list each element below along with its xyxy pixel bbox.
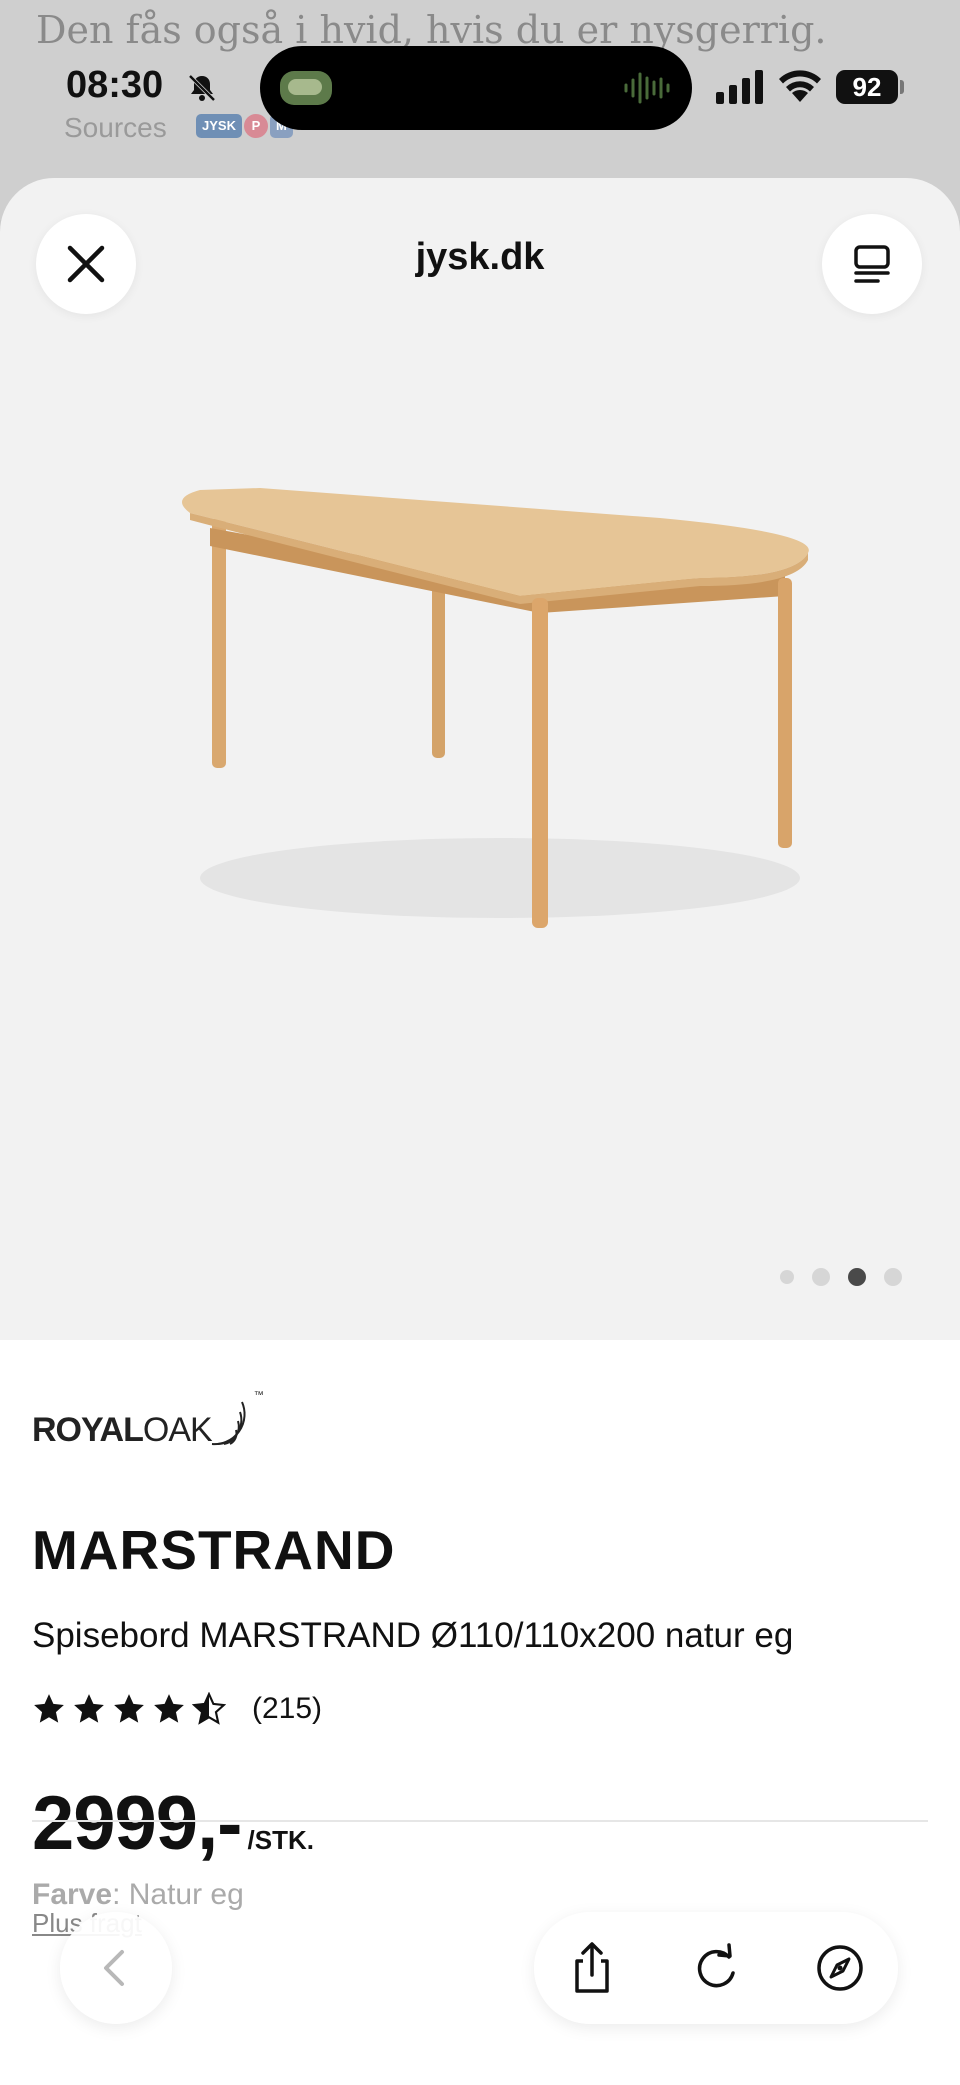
- media-thumbnail: [280, 71, 332, 105]
- brand-logo-text-oak: OAK: [142, 1411, 213, 1449]
- battery-tip: [900, 80, 904, 94]
- brand-logo-royal-oak[interactable]: ROYAL OAK ™: [32, 1390, 264, 1450]
- chevron-left-icon: [104, 1950, 124, 1986]
- product-rating[interactable]: (215): [32, 1692, 322, 1726]
- page-dot[interactable]: [884, 1268, 902, 1286]
- price: 2999,- /STK.: [32, 1780, 314, 1867]
- browser-toolbar: [534, 1912, 898, 2024]
- share-button[interactable]: [562, 1938, 622, 1998]
- source-logo-jysk: JYSK: [196, 114, 242, 138]
- back-button[interactable]: [60, 1912, 172, 2024]
- gallery-page-indicator: [780, 1268, 902, 1286]
- review-count: (215): [252, 1692, 323, 1725]
- background-sources-label: Sources: [64, 112, 167, 143]
- star-full-icon: [114, 1694, 144, 1723]
- price-unit: /STK.: [247, 1825, 314, 1855]
- star-half-icon: [192, 1692, 226, 1725]
- source-logo-p: P: [243, 114, 268, 138]
- sheet-header: jysk.dk: [0, 178, 960, 338]
- star-full-icon: [74, 1694, 104, 1723]
- product-name: MARSTRAND: [32, 1519, 396, 1581]
- product-photo-table: [182, 488, 809, 928]
- reader-mode-button[interactable]: [822, 214, 922, 314]
- brand-trademark: ™: [253, 1390, 264, 1401]
- cellular-signal-icon: [716, 70, 763, 104]
- page-dot-active[interactable]: [848, 1268, 866, 1286]
- color-label: Farve: [32, 1878, 113, 1911]
- page-dot[interactable]: [780, 1270, 794, 1284]
- price-value: 2999,-: [32, 1781, 242, 1866]
- page-dot[interactable]: [812, 1268, 830, 1286]
- reader-mode-icon: [854, 245, 890, 283]
- status-time: 08:30: [66, 64, 164, 106]
- product-description: Spisebord MARSTRAND Ø110/110x200 natur e…: [32, 1616, 794, 1655]
- color-value: : Natur eg: [112, 1878, 244, 1911]
- reload-button[interactable]: [686, 1938, 746, 1998]
- dynamic-island: [260, 46, 692, 130]
- star-full-icon: [154, 1694, 184, 1723]
- share-icon: [575, 1942, 609, 1993]
- bell-slash-icon: [188, 74, 216, 102]
- browser-sheet: jysk.dk ROYAL OAK ™ MARSTRAND Spisebord …: [0, 178, 960, 2085]
- wifi-icon: [779, 70, 821, 102]
- divider: [32, 1820, 928, 1822]
- product-image-gallery[interactable]: [0, 338, 960, 1340]
- sheet-title-domain: jysk.dk: [415, 236, 545, 278]
- brand-logo-text-royal: ROYAL: [32, 1411, 144, 1449]
- compass-icon: [817, 1945, 863, 1991]
- brand-arc-icon: [211, 1401, 246, 1446]
- reload-icon: [697, 1943, 735, 1988]
- waveform-icon: [624, 72, 670, 104]
- color-selection[interactable]: Farve: Natur eg: [32, 1878, 244, 1912]
- battery-icon: 92: [836, 70, 898, 104]
- star-full-icon: [34, 1694, 64, 1723]
- open-in-safari-button[interactable]: [810, 1938, 870, 1998]
